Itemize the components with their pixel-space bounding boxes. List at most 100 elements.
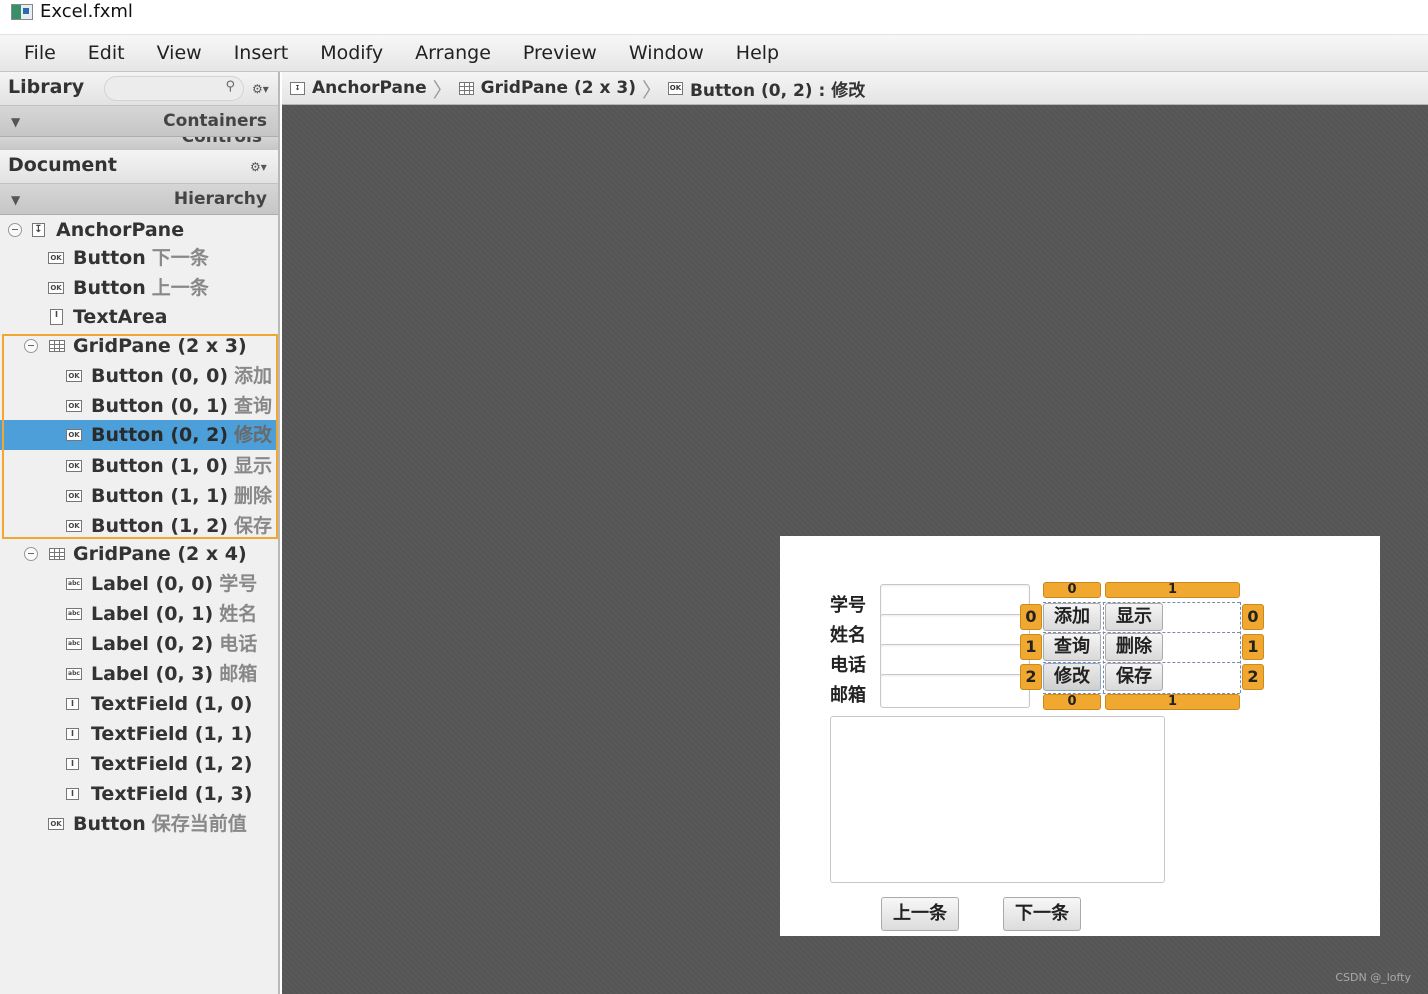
menu-view[interactable]: View: [141, 35, 218, 72]
tree-item-button-1-1[interactable]: OK Button (1, 1) 删除: [0, 481, 278, 511]
library-settings-gear-icon[interactable]: ⚙▾: [252, 82, 269, 96]
label-phone[interactable]: 电话: [830, 651, 866, 677]
grid-row-end-2[interactable]: 2: [1242, 664, 1264, 690]
tree-item-label-0-0[interactable]: abc Label (0, 0) 学号: [0, 569, 278, 599]
grid-line: [1043, 693, 1240, 694]
breadcrumb-gridpane[interactable]: GridPane (2 x 3): [458, 78, 636, 98]
tree-item-button-0-2[interactable]: OK Button (0, 2) 修改: [0, 420, 278, 450]
tree-item-textarea[interactable]: I TextArea: [0, 302, 278, 332]
textfield-icon: I: [66, 728, 79, 740]
grid-col-footer-1[interactable]: 1: [1105, 694, 1240, 710]
label-icon: abc: [66, 608, 82, 620]
button-icon: OK: [66, 520, 82, 532]
library-section-controls-partial[interactable]: Controls: [0, 137, 278, 150]
grid-col-footer-0[interactable]: 0: [1043, 694, 1101, 710]
title-bar: Excel.fxml: [0, 0, 1428, 35]
menu-preview[interactable]: Preview: [507, 35, 613, 72]
menu-bar: File Edit View Insert Modify Arrange Pre…: [0, 35, 1428, 72]
grid-row-end-0[interactable]: 0: [1242, 604, 1264, 630]
tree-item-gridpane-2x4[interactable]: GridPane (2 x 4): [0, 539, 278, 569]
window-title: Excel.fxml: [40, 1, 133, 22]
tree-item-textfield-1-1[interactable]: I TextField (1, 1): [0, 719, 278, 749]
label-email[interactable]: 邮箱: [830, 681, 866, 707]
email-field[interactable]: [880, 674, 1030, 708]
menu-help[interactable]: Help: [720, 35, 795, 72]
button-icon: OK: [66, 490, 82, 502]
delete-button[interactable]: 删除: [1105, 633, 1163, 661]
menu-arrange[interactable]: Arrange: [399, 35, 507, 72]
tree-item-label-0-2[interactable]: abc Label (0, 2) 电话: [0, 629, 278, 659]
prev-record-button[interactable]: 上一条: [881, 897, 959, 931]
next-record-button[interactable]: 下一条: [1003, 897, 1081, 931]
tree-item-button-0-1[interactable]: OK Button (0, 1) 查询: [0, 391, 278, 421]
tree-item-gridpane-2x3[interactable]: GridPane (2 x 3): [0, 331, 278, 361]
collapse-icon[interactable]: [24, 339, 38, 353]
menu-modify[interactable]: Modify: [304, 35, 399, 72]
tree-item-anchorpane[interactable]: ↧ AnchorPane: [0, 215, 278, 245]
hierarchy-section[interactable]: ▼ Hierarchy: [0, 184, 278, 215]
tree-item-label-0-3[interactable]: abc Label (0, 3) 邮箱: [0, 659, 278, 689]
button-icon: OK: [66, 400, 82, 412]
button-icon: OK: [667, 81, 683, 95]
breadcrumb-button[interactable]: OK Button (0, 2) : 修改: [667, 76, 865, 101]
label-icon: abc: [66, 578, 82, 590]
library-search-input[interactable]: ⚲: [104, 76, 244, 101]
design-canvas[interactable]: 学号 姓名 电话 邮箱 0 1 0 1 0 1 2 0 1 2 添加 显示 查询…: [282, 105, 1428, 994]
library-header: Library ⚲ ⚙▾: [0, 72, 278, 106]
gridpane-icon: [49, 548, 65, 560]
collapse-icon[interactable]: [8, 223, 22, 237]
expand-triangle-icon: ▼: [11, 193, 21, 207]
tree-item-button-save-current[interactable]: OK Button 保存当前值: [0, 809, 278, 839]
tree-item-button-1-2[interactable]: OK Button (1, 2) 保存: [0, 511, 278, 541]
modify-button[interactable]: 修改: [1043, 663, 1101, 691]
gridpane-icon: [49, 340, 65, 352]
show-button[interactable]: 显示: [1105, 603, 1163, 631]
grid-col-header-0[interactable]: 0: [1043, 582, 1101, 598]
add-button[interactable]: 添加: [1043, 603, 1101, 631]
student-id-field[interactable]: [880, 584, 1030, 618]
grid-row-end-1[interactable]: 1: [1242, 634, 1264, 660]
anchorpane-icon: ↧: [290, 81, 305, 95]
tree-item-textfield-1-2[interactable]: I TextField (1, 2): [0, 749, 278, 779]
button-icon: OK: [48, 252, 64, 264]
phone-field[interactable]: [880, 644, 1030, 678]
breadcrumb-anchorpane[interactable]: ↧ AnchorPane: [290, 78, 427, 98]
grid-row-header-0[interactable]: 0: [1020, 604, 1042, 630]
menu-insert[interactable]: Insert: [218, 35, 305, 72]
save-button[interactable]: 保存: [1105, 663, 1163, 691]
gridpane-icon: [458, 81, 474, 95]
form-preview[interactable]: 学号 姓名 电话 邮箱 0 1 0 1 0 1 2 0 1 2 添加 显示 查询…: [780, 536, 1380, 936]
label-name[interactable]: 姓名: [830, 621, 866, 647]
anchorpane-icon: ↧: [32, 223, 45, 237]
textfield-icon: I: [66, 698, 79, 710]
watermark: CSDN @_lofty: [1335, 971, 1411, 984]
grid-row-header-1[interactable]: 1: [1020, 634, 1042, 660]
menu-edit[interactable]: Edit: [72, 35, 141, 72]
document-settings-gear-icon[interactable]: ⚙▾: [250, 160, 267, 174]
button-icon: OK: [48, 282, 64, 294]
collapse-icon[interactable]: [24, 547, 38, 561]
tree-item-label-0-1[interactable]: abc Label (0, 1) 姓名: [0, 599, 278, 629]
library-section-containers[interactable]: ▼ Containers: [0, 106, 278, 137]
label-student-id[interactable]: 学号: [830, 591, 866, 617]
menu-file[interactable]: File: [8, 35, 72, 72]
label-icon: abc: [66, 638, 82, 650]
tree-item-button-0-0[interactable]: OK Button (0, 0) 添加: [0, 361, 278, 391]
menu-window[interactable]: Window: [613, 35, 720, 72]
document-header: Document ⚙▾: [0, 150, 278, 184]
grid-row-header-2[interactable]: 2: [1020, 664, 1042, 690]
text-area[interactable]: [830, 716, 1165, 883]
grid-col-header-1[interactable]: 1: [1105, 582, 1240, 598]
tree-item-textfield-1-3[interactable]: I TextField (1, 3): [0, 779, 278, 809]
tree-item-button-1-0[interactable]: OK Button (1, 0) 显示: [0, 451, 278, 481]
app-icon: [11, 4, 33, 20]
tree-item-textfield-1-0[interactable]: I TextField (1, 0): [0, 689, 278, 719]
button-icon: OK: [66, 370, 82, 382]
name-field[interactable]: [880, 614, 1030, 648]
breadcrumb-separator-icon: 〉: [432, 77, 453, 102]
textarea-icon: I: [50, 309, 63, 325]
grid-line: [1240, 602, 1241, 693]
query-button[interactable]: 查询: [1043, 633, 1101, 661]
tree-item-button-next[interactable]: OK Button 下一条: [0, 243, 278, 273]
tree-item-button-prev[interactable]: OK Button 上一条: [0, 273, 278, 303]
